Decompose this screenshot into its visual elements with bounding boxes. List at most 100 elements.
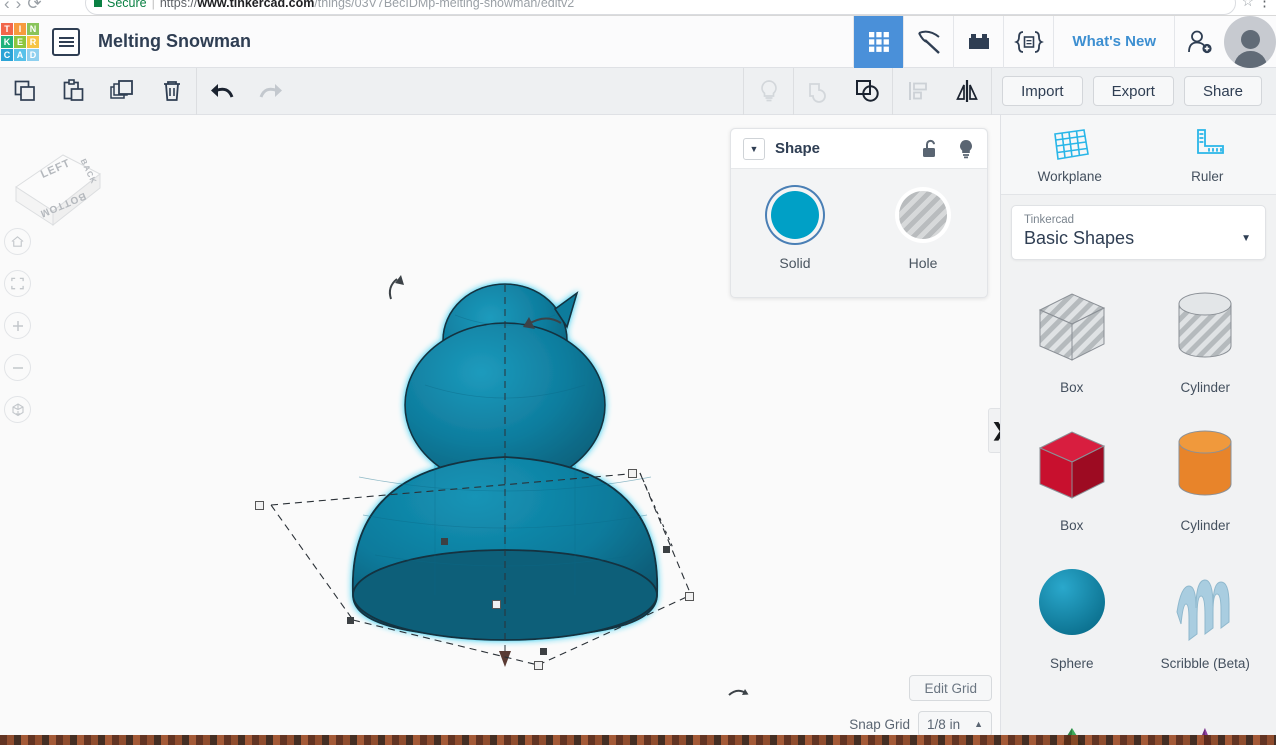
hole-swatch[interactable] — [899, 191, 947, 239]
bbox-midpoint-handle[interactable] — [347, 617, 354, 624]
bbox-handle-right[interactable] — [685, 592, 694, 601]
paste-button[interactable] — [49, 68, 98, 115]
shape-library-select[interactable]: Tinkercad Basic Shapes ▼ — [1011, 205, 1266, 260]
workplane-icon — [1053, 128, 1089, 160]
hide-button[interactable] — [744, 68, 793, 115]
project-menu-button[interactable] — [52, 27, 80, 56]
page-title[interactable]: Melting Snowman — [98, 31, 251, 52]
duplicate-button[interactable] — [98, 68, 147, 115]
share-button[interactable]: Share — [1183, 76, 1262, 106]
toolbar-divider — [991, 67, 993, 115]
logo-tile-k: K — [1, 35, 13, 48]
avatar[interactable] — [1224, 15, 1276, 68]
ungroup-button[interactable] — [843, 68, 892, 115]
copy-button[interactable] — [0, 68, 49, 115]
scribble-thumbnail — [1176, 579, 1230, 641]
shape-item[interactable]: Cylinder — [1139, 274, 1273, 412]
back-icon[interactable]: ‹ — [4, 0, 16, 13]
shape-item[interactable]: Cylinder — [1139, 412, 1273, 550]
shape-item[interactable]: Scribble (Beta) — [1139, 550, 1273, 688]
home-icon — [11, 236, 24, 247]
bbox-midpoint-handle[interactable] — [441, 538, 448, 545]
tab-bricks[interactable] — [953, 15, 1003, 68]
ruler-tool[interactable]: Ruler — [1139, 115, 1276, 194]
hole-cylinder-thumbnail — [1178, 292, 1232, 358]
zoom-out-button[interactable] — [4, 354, 31, 381]
shape-inspector-panel: ▼ Shape Solid Hole — [730, 128, 988, 298]
delete-button[interactable] — [147, 68, 196, 115]
tab-codeblocks[interactable] — [1003, 15, 1053, 68]
lightbulb-icon[interactable] — [957, 138, 975, 160]
align-button[interactable] — [893, 68, 942, 115]
snap-grid-select[interactable]: 1/8 in ▲ — [918, 711, 992, 737]
mirror-button[interactable] — [942, 68, 991, 115]
shape-thumb — [1026, 418, 1118, 510]
shape-panel-title: Shape — [775, 140, 821, 157]
snap-grid-value: 1/8 in — [927, 716, 961, 732]
url-path: /things/03V7BecIDMp-melting-snowman/edit… — [314, 0, 575, 10]
bbox-handle-left[interactable] — [255, 501, 264, 510]
minus-icon — [12, 366, 23, 369]
workplane-label: Workplane — [1037, 168, 1102, 184]
reload-icon[interactable]: ⟳ — [27, 0, 47, 13]
workplane-tool[interactable]: Workplane — [1001, 115, 1139, 194]
undo-icon — [210, 84, 233, 98]
bbox-handle-top-right[interactable] — [628, 469, 637, 478]
add-person-icon — [1187, 30, 1212, 53]
shape-item[interactable]: Box — [1005, 274, 1139, 412]
whats-new-link[interactable]: What's New — [1053, 15, 1174, 68]
duplicate-icon — [109, 80, 133, 99]
browser-url-bar: ‹›⟳ Secure | https:// www.tinkercad.com … — [0, 0, 1276, 16]
undo-button[interactable] — [197, 68, 246, 115]
unlock-icon[interactable] — [921, 139, 939, 159]
browser-menu-icon[interactable]: ⋮ — [1257, 0, 1272, 10]
zoom-in-button[interactable] — [4, 312, 31, 339]
hole-label: Hole — [908, 255, 938, 271]
melting-snowman-model[interactable] — [255, 265, 748, 670]
shape-item[interactable]: Box — [1005, 412, 1139, 550]
app-header: TINKERCAD Melting Snowman What's New — [0, 15, 1276, 68]
tab-minecraft[interactable] — [903, 15, 953, 68]
invite-people-button[interactable] — [1174, 15, 1224, 68]
tinkercad-app: ‹›⟳ Secure | https:// www.tinkercad.com … — [0, 0, 1276, 745]
redo-button[interactable] — [246, 68, 295, 115]
orthographic-toggle-button[interactable] — [4, 396, 31, 423]
home-view-button[interactable] — [4, 228, 31, 255]
bbox-handle-front[interactable] — [534, 661, 543, 670]
bookmark-star-icon[interactable]: ☆ — [1241, 0, 1254, 10]
solid-swatch[interactable] — [771, 191, 819, 239]
rotate-handle-right[interactable] — [725, 681, 751, 707]
address-field[interactable]: Secure | https:// www.tinkercad.com /thi… — [85, 0, 1236, 15]
shape-panel-collapse-button[interactable]: ▼ — [743, 137, 765, 160]
bbox-midpoint-handle[interactable] — [663, 546, 670, 553]
shape-option-hole[interactable]: Hole — [859, 191, 987, 271]
url-host: www.tinkercad.com — [197, 0, 315, 10]
fit-to-view-button[interactable] — [4, 270, 31, 297]
shape-panel-body: Solid Hole — [731, 169, 987, 297]
bricks-icon — [968, 33, 989, 49]
browser-nav-controls[interactable]: ‹›⟳ — [4, 0, 48, 14]
export-button[interactable]: Export — [1092, 76, 1174, 106]
bbox-handle-center[interactable] — [492, 600, 501, 609]
tab-3d-designs[interactable] — [853, 15, 904, 68]
ruler-label: Ruler — [1191, 168, 1224, 184]
shape-panel-actions — [921, 138, 975, 160]
view-cube[interactable]: LEFT BOTTOM BACK — [8, 127, 108, 237]
grid-gallery-icon — [868, 31, 889, 52]
forward-icon[interactable]: › — [16, 0, 28, 13]
group-button[interactable] — [794, 68, 843, 115]
import-button[interactable]: Import — [1002, 76, 1083, 106]
bbox-midpoint-handle[interactable] — [540, 648, 547, 655]
header-tools: What's New — [853, 15, 1276, 68]
group-icon — [808, 83, 826, 103]
mirror-icon — [955, 80, 978, 102]
ungroup-icon — [855, 80, 879, 102]
url-separator: | — [151, 0, 155, 10]
shape-thumb — [1159, 556, 1251, 648]
shape-library-grid: Box Cylinder Box Cylinder Sphere Scribble (Be… — [1001, 270, 1276, 745]
shape-option-solid[interactable]: Solid — [731, 191, 859, 271]
shape-item[interactable]: Sphere — [1005, 550, 1139, 688]
tinkercad-logo[interactable]: TIN KER CAD — [0, 16, 40, 68]
edit-grid-button[interactable]: Edit Grid — [909, 675, 992, 701]
axis-arrow — [499, 651, 511, 667]
